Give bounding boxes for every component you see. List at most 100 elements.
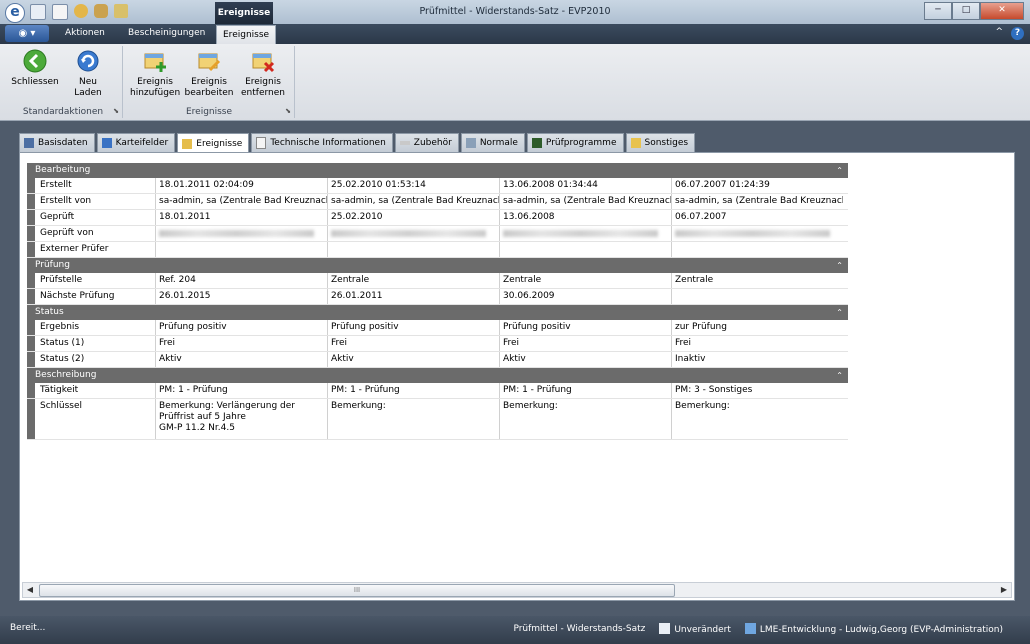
section-header[interactable]: Prüfung ⌃ — [27, 258, 848, 273]
tab-karteifelder[interactable]: Karteifelder — [96, 133, 176, 152]
maximize-button[interactable]: □ — [952, 2, 980, 20]
grid-cell[interactable]: Inaktiv — [671, 352, 843, 367]
tab-zubehoer[interactable]: Zubehör — [394, 133, 459, 152]
grid-cell[interactable]: 30.06.2009 — [499, 289, 671, 304]
close-button[interactable]: ✕ — [980, 2, 1024, 20]
grid-cell[interactable]: Bemerkung: — [671, 399, 843, 439]
collapse-chevron-icon[interactable]: ⌃ — [836, 258, 843, 273]
grid-cell[interactable]: Aktiv — [499, 352, 671, 367]
section-header[interactable]: Bearbeitung ⌃ — [27, 163, 848, 178]
grid-cell[interactable]: zur Prüfung — [671, 320, 843, 335]
edit-event-button[interactable]: Ereignis bearbeiten — [184, 48, 234, 99]
close-record-button[interactable]: Schliessen — [10, 48, 60, 88]
grid-cell[interactable]: Frei — [671, 336, 843, 351]
grid-cell[interactable]: 13.06.2008 — [499, 210, 671, 225]
tab-normale[interactable]: Normale — [460, 133, 525, 152]
grid-cell[interactable]: Bemerkung: Verlängerung der Prüffrist au… — [155, 399, 327, 439]
grid-cell[interactable]: sa-admin, sa (Zentrale Bad Kreuznach) — [671, 194, 843, 209]
group-label-standard: Standardaktionen — [22, 107, 104, 117]
scroll-left-button[interactable]: ◀ — [23, 583, 37, 597]
grid-cell[interactable] — [155, 226, 327, 241]
scroll-right-button[interactable]: ▶ — [997, 583, 1011, 597]
tab-aktionen[interactable]: Aktionen — [65, 28, 105, 38]
scroll-thumb[interactable]: III — [39, 584, 675, 597]
grid-cell[interactable] — [671, 226, 843, 241]
grid-cell[interactable] — [671, 242, 843, 257]
add-event-button[interactable]: Ereignis hinzufügen — [130, 48, 180, 99]
grid-cell[interactable] — [671, 289, 843, 304]
tab-ereignisse[interactable]: Ereignisse — [216, 25, 277, 45]
grid-cell[interactable]: 06.07.2007 — [671, 210, 843, 225]
tab-label: Technische Informationen — [270, 138, 386, 148]
grid-cell[interactable]: Frei — [499, 336, 671, 351]
grid-cell[interactable]: Aktiv — [327, 352, 499, 367]
grid-cell[interactable]: Aktiv — [155, 352, 327, 367]
grid-cell[interactable]: 26.01.2011 — [327, 289, 499, 304]
grid-cell[interactable]: 06.07.2007 01:24:39 — [671, 178, 843, 193]
dialog-launcher-icon[interactable]: ⬊ — [113, 107, 119, 115]
sonstiges-icon — [630, 138, 641, 148]
help-icon[interactable]: ? — [1011, 27, 1024, 40]
section-header[interactable]: Beschreibung ⌃ — [27, 368, 848, 383]
minimize-button[interactable]: ─ — [924, 2, 952, 20]
grid-cell[interactable]: Bemerkung: — [499, 399, 671, 439]
app-menu-button[interactable]: ◉ ▾ — [5, 25, 49, 42]
tab-basisdaten[interactable]: Basisdaten — [19, 133, 95, 152]
redacted-text — [675, 230, 830, 237]
grid-cell[interactable]: PM: 1 - Prüfung — [499, 383, 671, 398]
group-label-events: Ereignisse — [185, 107, 233, 117]
status-user: LME-Entwicklung - Ludwig,Georg (EVP-Admi… — [744, 623, 1003, 635]
dialog-launcher-icon[interactable]: ⬊ — [285, 107, 291, 115]
grid-cell[interactable]: 18.01.2011 02:04:09 — [155, 178, 327, 193]
status-right: Prüfmittel - Widerstands-Satz Unveränder… — [513, 623, 1003, 635]
horizontal-scrollbar[interactable]: ◀ III ▶ — [22, 582, 1012, 598]
grid-cell[interactable]: Frei — [155, 336, 327, 351]
user-icon — [744, 623, 756, 634]
tab-label: Prüfprogramme — [545, 138, 617, 148]
grid-cell[interactable]: Frei — [327, 336, 499, 351]
add-event-label-2: hinzufügen — [130, 88, 181, 98]
grid-cell[interactable]: Zentrale — [499, 273, 671, 288]
collapse-chevron-icon[interactable]: ⌃ — [836, 163, 843, 178]
grid-cell[interactable] — [499, 242, 671, 257]
tab-ereignisse-record[interactable]: Ereignisse — [177, 133, 250, 153]
collapse-chevron-icon[interactable]: ⌃ — [836, 305, 843, 320]
grid-cell[interactable]: PM: 1 - Prüfung — [155, 383, 327, 398]
tab-bescheinigungen[interactable]: Bescheinigungen — [128, 28, 205, 38]
grid-cell[interactable]: Prüfung positiv — [499, 320, 671, 335]
grid-cell[interactable]: PM: 3 - Sonstiges — [671, 383, 843, 398]
tab-sonstiges[interactable]: Sonstiges — [625, 133, 696, 152]
tab-technische-informationen[interactable]: Technische Informationen — [251, 133, 393, 152]
grid-cell[interactable]: 25.02.2010 — [327, 210, 499, 225]
grid-cell[interactable]: Zentrale — [327, 273, 499, 288]
basisdaten-icon — [24, 138, 34, 148]
reload-button[interactable]: Neu Laden — [64, 48, 112, 99]
remove-event-button[interactable]: Ereignis entfernen — [238, 48, 288, 99]
grid-cell[interactable]: Zentrale — [671, 273, 843, 288]
grid-cell[interactable]: sa-admin, sa (Zentrale Bad Kreuznach) — [327, 194, 499, 209]
main-area: Basisdaten Karteifelder Ereignisse Techn… — [0, 121, 1030, 616]
edit-event-label-2: bearbeiten — [184, 88, 234, 98]
grid-cell[interactable]: Prüfung positiv — [327, 320, 499, 335]
grid-cell[interactable]: Bemerkung: — [327, 399, 499, 439]
grid-cell[interactable]: sa-admin, sa (Zentrale Bad Kreuznach) — [499, 194, 671, 209]
grid-cell[interactable]: Prüfung positiv — [155, 320, 327, 335]
grid-cell[interactable]: 25.02.2010 01:53:14 — [327, 178, 499, 193]
grid-cell[interactable] — [327, 226, 499, 241]
tab-pruefprogramme[interactable]: Prüfprogramme — [526, 133, 624, 152]
grid-cell[interactable]: 18.01.2011 — [155, 210, 327, 225]
grid-cell[interactable]: sa-admin, sa (Zentrale Bad Kreuznach) — [155, 194, 327, 209]
status-context: Prüfmittel - Widerstands-Satz — [513, 624, 646, 634]
grid-cell[interactable]: Ref. 204 — [155, 273, 327, 288]
collapse-ribbon-icon[interactable]: ^ — [995, 27, 1003, 40]
section-title: Status — [35, 307, 64, 317]
grid-cell[interactable]: PM: 1 - Prüfung — [327, 383, 499, 398]
collapse-chevron-icon[interactable]: ⌃ — [836, 368, 843, 383]
section-header[interactable]: Status ⌃ — [27, 305, 848, 320]
grid-cell[interactable]: 13.06.2008 01:34:44 — [499, 178, 671, 193]
grid-cell[interactable]: 26.01.2015 — [155, 289, 327, 304]
grid-cell[interactable] — [499, 226, 671, 241]
grid-cell[interactable] — [327, 242, 499, 257]
edit-event-label-1: Ereignis — [191, 77, 227, 87]
grid-cell[interactable] — [155, 242, 327, 257]
